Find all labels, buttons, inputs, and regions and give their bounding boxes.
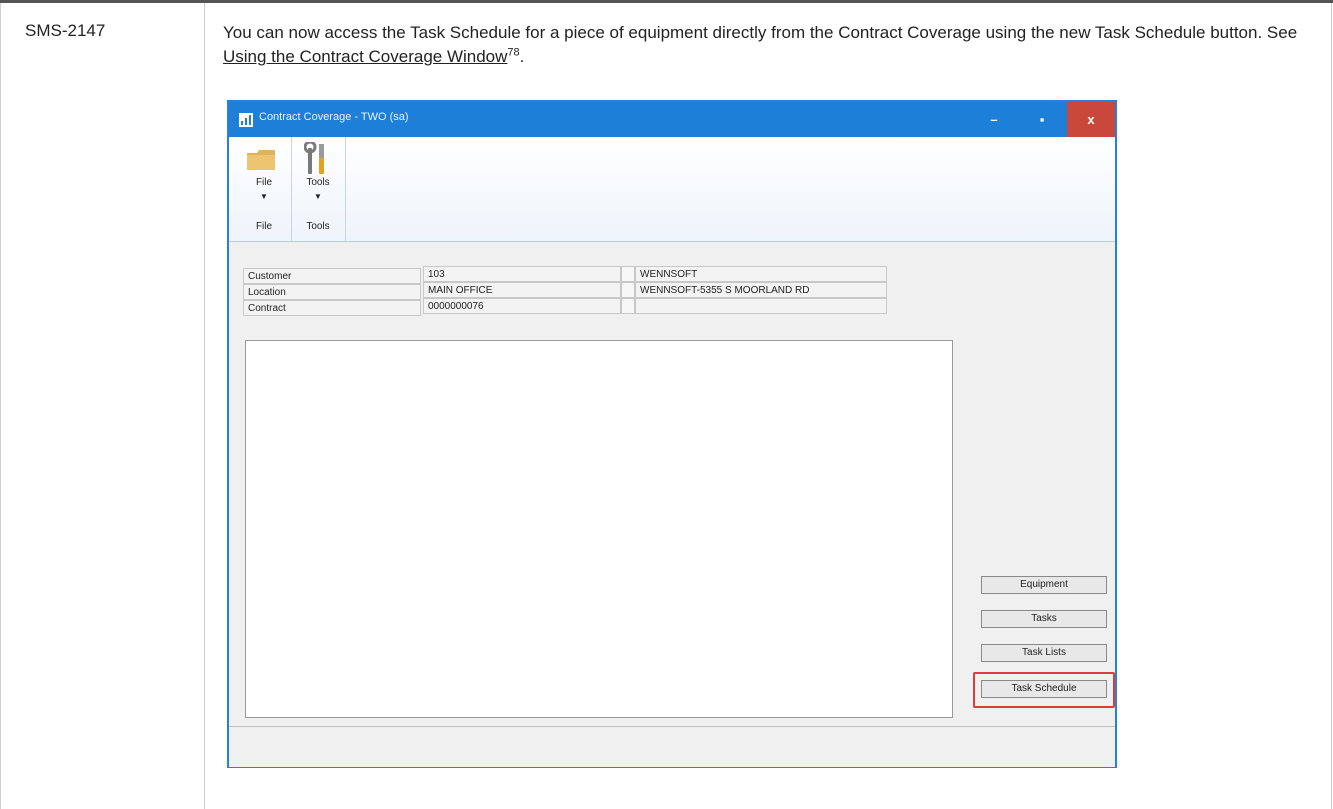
contract-description — [635, 298, 887, 314]
tools-button-label: Tools — [306, 177, 330, 188]
location-label: Location — [243, 284, 421, 300]
minimize-button[interactable]: – — [970, 102, 1018, 137]
customer-label: Customer — [243, 268, 421, 284]
location-name: WENNSOFT-5355 S MOORLAND RD — [635, 282, 887, 298]
contract-coverage-window: Contract Coverage - TWO (sa) – ▪ x File … — [227, 100, 1117, 768]
issue-description: You can now access the Task Schedule for… — [223, 21, 1323, 69]
contract-field[interactable]: 0000000076 — [423, 298, 621, 314]
window-title: Contract Coverage - TWO (sa) — [259, 111, 409, 123]
tools-menu-button[interactable]: Tools ▼ — [291, 137, 345, 217]
chevron-down-icon: ▼ — [260, 192, 268, 201]
task-schedule-highlight — [973, 672, 1115, 708]
link-footnote: 78 — [507, 46, 520, 59]
tools-group-label: Tools — [306, 221, 330, 232]
ribbon: File ▼ File Tools ▼ Tools — [229, 137, 1115, 242]
close-button[interactable]: x — [1067, 102, 1115, 137]
ribbon-group-file: File ▼ File — [237, 137, 292, 241]
status-bar — [229, 726, 1115, 767]
customer-lookup-button[interactable] — [621, 266, 635, 282]
maximize-button[interactable]: ▪ — [1018, 102, 1066, 137]
folder-icon — [247, 150, 275, 170]
contract-lookup-button[interactable] — [621, 298, 635, 314]
description-text: You can now access the Task Schedule for… — [223, 23, 1298, 42]
ribbon-group-tools: Tools ▼ Tools — [291, 137, 346, 241]
contract-coverage-link[interactable]: Using the Contract Coverage Window — [223, 47, 507, 66]
file-menu-button[interactable]: File ▼ — [237, 137, 291, 217]
file-group-label: File — [255, 221, 273, 232]
location-field[interactable]: MAIN OFFICE — [423, 282, 621, 298]
customer-field[interactable]: 103 — [423, 266, 621, 282]
issue-id: SMS-2147 — [25, 21, 106, 40]
file-button-label: File — [255, 177, 273, 188]
column-divider — [204, 3, 205, 809]
tools-icon — [304, 142, 324, 174]
app-icon — [239, 113, 253, 127]
title-bar[interactable]: Contract Coverage - TWO (sa) – ▪ x — [229, 102, 1115, 137]
customer-name: WENNSOFT — [635, 266, 887, 282]
description-end: . — [519, 47, 525, 66]
equipment-button[interactable]: Equipment — [981, 576, 1107, 594]
location-lookup-button[interactable] — [621, 282, 635, 298]
chevron-down-icon: ▼ — [314, 192, 322, 201]
task-lists-button[interactable]: Task Lists — [981, 644, 1107, 662]
coverage-list[interactable] — [245, 340, 953, 718]
tasks-button[interactable]: Tasks — [981, 610, 1107, 628]
contract-label: Contract — [243, 300, 421, 316]
